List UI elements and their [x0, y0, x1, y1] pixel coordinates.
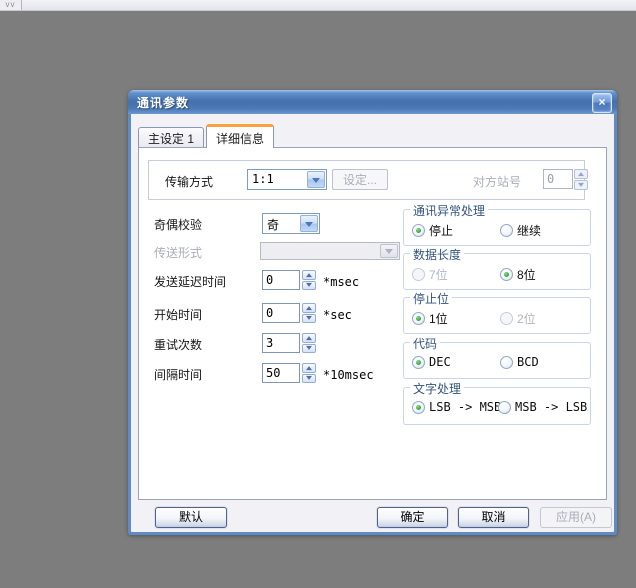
transmission-mode-combo[interactable]: 1:1 [247, 169, 327, 190]
radio-icon[interactable] [498, 400, 511, 414]
tab-main-settings[interactable]: 主设定 1 [138, 127, 205, 147]
toolbar-strip: vv [0, 0, 636, 11]
send-delay-label: 发送延迟时间 [154, 275, 227, 289]
spin-down-icon[interactable] [302, 280, 316, 290]
radio-8bit[interactable]: 8位 [500, 266, 536, 283]
retry-count-input[interactable] [262, 333, 300, 353]
communication-parameters-dialog: 通讯参数 × 主设定 1 详细信息 传输方式 1:1 设定... 对方站号 0 … [128, 90, 617, 535]
radio-icon[interactable] [500, 268, 513, 281]
transmission-mode-value: 1:1 [252, 172, 274, 186]
settings-button: 设定... [332, 169, 388, 190]
transfer-format-combo [260, 242, 400, 260]
spin-down-icon [574, 180, 588, 190]
interval-time-input[interactable] [262, 363, 300, 383]
start-time-spinner[interactable] [302, 303, 316, 323]
data-length-legend: 数据长度 [410, 246, 465, 263]
retry-count-spinner[interactable] [302, 333, 316, 353]
chevron-down-icon[interactable] [307, 171, 325, 188]
radio-stop[interactable]: 停止 [412, 222, 453, 239]
radio-icon[interactable] [412, 224, 425, 237]
radio-msb-lsb[interactable]: MSB -> LSB [498, 400, 587, 414]
radio-1bit[interactable]: 1位 [412, 310, 448, 327]
comm-exception-group: 通讯异常处理 停止 继续 [403, 202, 591, 246]
radio-icon[interactable] [412, 312, 425, 325]
code-legend: 代码 [410, 335, 441, 352]
spin-down-icon[interactable] [302, 373, 316, 383]
start-time-unit: *sec [323, 308, 352, 322]
radio-bcd[interactable]: BCD [500, 355, 539, 369]
spin-up-icon[interactable] [302, 363, 316, 373]
code-group: 代码 DEC BCD [403, 335, 591, 379]
station-number-input [543, 169, 573, 189]
chevron-down-icon[interactable] [300, 215, 318, 232]
close-button[interactable]: × [592, 93, 612, 113]
data-length-group: 数据长度 7位 8位 [403, 246, 591, 290]
default-button[interactable]: 默认 [155, 507, 227, 528]
radio-dec[interactable]: DEC [412, 355, 451, 369]
start-time-input[interactable] [262, 303, 300, 323]
transfer-format-value [261, 243, 379, 259]
radio-icon [412, 268, 425, 281]
tab-details[interactable]: 详细信息 [206, 124, 275, 148]
dialog-titlebar[interactable]: 通讯参数 × [128, 90, 617, 114]
start-time-label: 开始时间 [154, 308, 203, 322]
interval-time-label: 间隔时间 [154, 368, 203, 382]
spin-up-icon[interactable] [302, 303, 316, 313]
text-processing-group: 文字处理 LSB -> MSB MSB -> LSB [403, 380, 591, 425]
parity-label: 奇偶校验 [154, 218, 203, 232]
station-number-label: 对方站号 [473, 175, 522, 189]
radio-lsb-msb[interactable]: LSB -> MSB [412, 400, 501, 414]
spin-down-icon[interactable] [302, 343, 316, 353]
comm-exception-legend: 通讯异常处理 [410, 202, 489, 219]
interval-time-unit: *10msec [323, 368, 374, 382]
transmission-mode-label: 传输方式 [165, 175, 214, 189]
send-delay-spinner[interactable] [302, 270, 316, 290]
spin-up-icon[interactable] [302, 333, 316, 343]
interval-time-spinner[interactable] [302, 363, 316, 383]
radio-icon [500, 312, 513, 325]
stop-bits-legend: 停止位 [410, 290, 453, 307]
radio-continue[interactable]: 继续 [500, 222, 541, 239]
dialog-title: 通讯参数 [137, 95, 190, 110]
transmission-group: 传输方式 1:1 设定... 对方站号 [148, 160, 588, 200]
radio-2bit: 2位 [500, 310, 536, 327]
text-processing-legend: 文字处理 [410, 380, 465, 397]
radio-icon[interactable] [500, 355, 513, 369]
parity-combo[interactable]: 奇 [262, 213, 320, 234]
stop-bits-group: 停止位 1位 2位 [403, 290, 591, 334]
grip-icon: vv [5, 0, 16, 9]
apply-button: 应用(A) [540, 507, 612, 528]
parity-value: 奇 [267, 218, 280, 232]
close-icon: × [598, 95, 606, 109]
station-number-spinner [574, 169, 588, 190]
send-delay-input[interactable] [262, 270, 300, 290]
ok-button[interactable]: 确定 [377, 507, 448, 528]
radio-icon[interactable] [412, 400, 425, 414]
tab-bar: 主设定 1 详细信息 [138, 123, 275, 148]
radio-7bit: 7位 [412, 266, 448, 283]
retry-count-label: 重试次数 [154, 338, 203, 352]
dialog-body: 主设定 1 详细信息 传输方式 1:1 设定... 对方站号 奇偶校验 [131, 114, 614, 532]
chevron-down-icon [380, 244, 398, 258]
details-tab-page: 传输方式 1:1 设定... 对方站号 奇偶校验 奇 传送形 [138, 147, 607, 500]
radio-icon[interactable] [412, 355, 425, 369]
send-delay-unit: *msec [323, 275, 360, 289]
spin-up-icon[interactable] [302, 270, 316, 280]
cancel-button[interactable]: 取消 [458, 507, 529, 528]
radio-icon[interactable] [500, 224, 513, 237]
spin-up-icon [574, 169, 588, 179]
transfer-format-label: 传送形式 [154, 246, 203, 260]
toolbar-grip[interactable]: vv [0, 0, 22, 10]
spin-down-icon[interactable] [302, 313, 316, 323]
